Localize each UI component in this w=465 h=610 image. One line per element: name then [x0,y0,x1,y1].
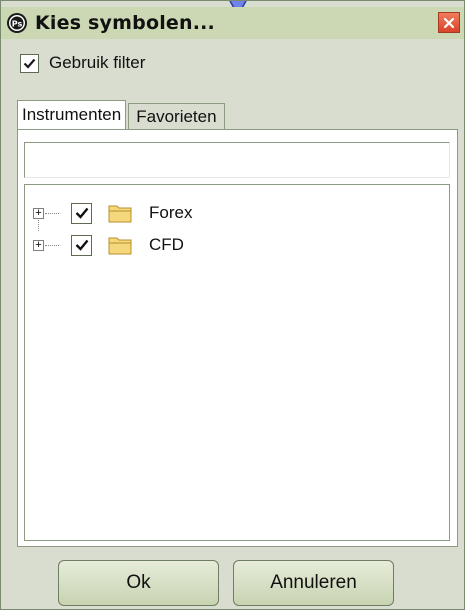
checkmark-icon [23,58,36,69]
tab-instrumenten[interactable]: Instrumenten [17,100,127,129]
tab-panel: + Forex + CFD [17,129,458,547]
tab-bar: Instrumenten Favorieten [17,100,225,129]
close-icon [443,17,455,28]
tree-item-label: CFD [149,235,184,254]
filter-row: Gebruik filter [20,53,145,73]
tree-item-checkbox[interactable] [71,202,92,224]
use-filter-label: Gebruik filter [49,53,146,72]
tree-item-label: Forex [149,203,193,222]
tab-favorieten[interactable]: Favorieten [128,103,225,129]
tree-connector [45,212,59,214]
ps-app-icon: Ps [6,12,28,34]
title-bar: Ps Kies symbolen... [1,7,464,39]
expand-plus-icon[interactable]: + [33,239,44,251]
checkmark-icon [75,239,88,251]
window-title: Kies symbolen... [35,12,215,34]
checkmark-icon [75,207,88,219]
use-filter-checkbox[interactable] [20,53,39,73]
folder-icon [108,205,132,223]
tree-item-checkbox[interactable] [71,234,92,256]
dialog-window: Ps Kies symbolen... Gebruik filter Instr… [0,0,465,610]
expand-plus-icon[interactable]: + [33,207,44,219]
tree-connector [45,244,59,246]
ok-button[interactable]: Ok [58,560,219,606]
close-button[interactable] [438,12,460,33]
search-input[interactable] [24,142,450,178]
cancel-button[interactable]: Annuleren [233,560,394,606]
dialog-footer: Ok Annuleren [1,557,464,610]
folder-icon [108,237,132,255]
symbol-tree[interactable]: + Forex + CFD [24,184,450,541]
svg-text:Ps: Ps [12,20,23,29]
